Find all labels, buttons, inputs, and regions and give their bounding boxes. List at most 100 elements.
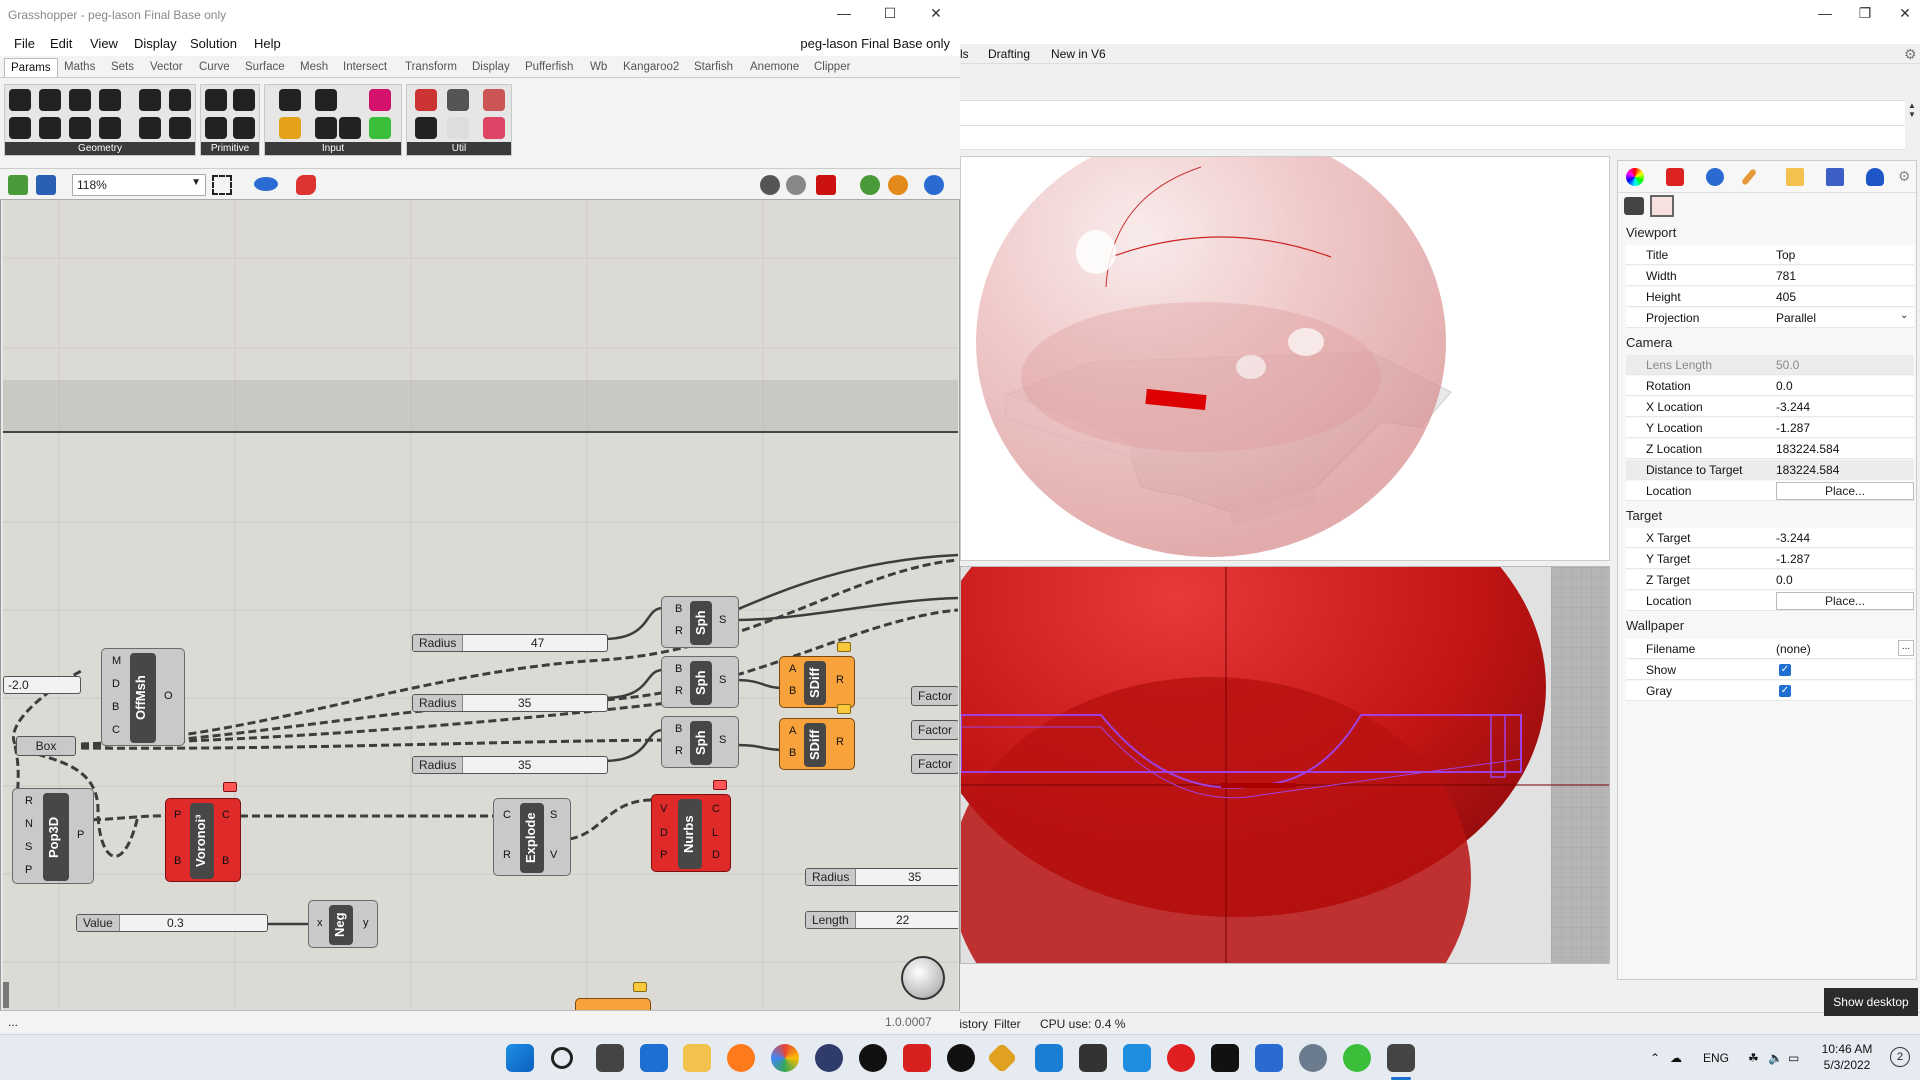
tab-drafting[interactable]: Drafting: [988, 47, 1030, 61]
unreal-engine-icon[interactable]: [859, 1044, 887, 1072]
prop-row-height[interactable]: Height 405: [1626, 287, 1914, 307]
folder-icon[interactable]: [1786, 168, 1804, 186]
tab-clipper[interactable]: Clipper: [814, 61, 850, 73]
sph-component-3[interactable]: BR Sph S: [661, 716, 739, 768]
tab-wb[interactable]: Wb: [590, 61, 607, 73]
close-icon[interactable]: ✕: [1885, 2, 1920, 24]
vscode-icon[interactable]: [1035, 1044, 1063, 1072]
canvas-navigation-icon[interactable]: [901, 956, 945, 1000]
onedrive-icon[interactable]: ☁: [1670, 1051, 1682, 1065]
menu-view[interactable]: View: [90, 36, 118, 51]
arc-param-icon[interactable]: [39, 117, 61, 139]
zoom-dropdown[interactable]: 118% ▼: [72, 174, 206, 196]
history-toggle[interactable]: History: [960, 1017, 988, 1031]
blender-icon[interactable]: [947, 1044, 975, 1072]
tab-kangaroo2[interactable]: Kangaroo2: [623, 61, 679, 73]
prop-row-distance-to-target[interactable]: Distance to Target 183224.584: [1626, 460, 1914, 480]
factor-param-1[interactable]: Factor: [911, 686, 958, 706]
sph-component-1[interactable]: BR Sph S: [661, 596, 739, 648]
cinema4d-icon[interactable]: [815, 1044, 843, 1072]
partial-component[interactable]: [575, 998, 651, 1010]
integer-param-icon[interactable]: [205, 117, 227, 139]
epic-games-icon[interactable]: [1211, 1044, 1239, 1072]
arrow-right-icon[interactable]: [447, 89, 469, 111]
plane-param-icon[interactable]: [99, 117, 121, 139]
zoom-extents-icon[interactable]: [212, 175, 232, 195]
sketch-icon[interactable]: [296, 175, 316, 195]
pencil-icon[interactable]: [1740, 168, 1758, 186]
tab-partial[interactable]: ls: [960, 47, 969, 61]
prop-row-width[interactable]: Width 781: [1626, 266, 1914, 286]
projection-dropdown[interactable]: Parallel: [1776, 311, 1816, 325]
radius-slider-2[interactable]: Radius 35: [412, 694, 608, 712]
gear-icon[interactable]: ⚙: [1898, 168, 1916, 186]
cherry-icon[interactable]: [415, 89, 437, 111]
tab-pufferfish[interactable]: Pufferfish: [525, 61, 573, 73]
factor-param-2[interactable]: Factor: [911, 720, 958, 740]
preview-eye-icon[interactable]: [254, 177, 278, 191]
prop-value[interactable]: 0.0: [1776, 573, 1793, 587]
nurbs-component[interactable]: VDP Nurbs CLD: [651, 794, 731, 872]
panel-icon[interactable]: [279, 89, 301, 111]
preview-mesh-icon[interactable]: [786, 175, 806, 195]
vector-param-icon[interactable]: [69, 117, 91, 139]
save-icon[interactable]: [36, 175, 56, 195]
mesh-param-icon[interactable]: [139, 89, 161, 111]
settings-icon[interactable]: [1299, 1044, 1327, 1072]
volume-icon[interactable]: 🔈: [1768, 1051, 1783, 1065]
globe-icon[interactable]: [924, 175, 944, 195]
target-place-button[interactable]: Place...: [1776, 592, 1914, 610]
tree-icon[interactable]: [415, 117, 437, 139]
text-param-icon[interactable]: [233, 117, 255, 139]
slider-icon[interactable]: [315, 89, 337, 111]
value-slider[interactable]: Value 0.3: [76, 914, 268, 932]
box-param[interactable]: Box: [16, 736, 76, 756]
circle-param-icon[interactable]: [39, 89, 61, 111]
arrow-outline-icon[interactable]: [447, 117, 469, 139]
tab-transform[interactable]: Transform: [405, 61, 457, 73]
prop-value[interactable]: 781: [1776, 269, 1796, 283]
show-checkbox[interactable]: ✓: [1779, 664, 1791, 676]
geometry-param-icon[interactable]: [9, 89, 31, 111]
tab-curve[interactable]: Curve: [199, 61, 230, 73]
voronoi3d-component[interactable]: PB Voronoi³ CB: [165, 798, 241, 882]
battery-icon[interactable]: ▭: [1788, 1051, 1799, 1065]
prop-row-x-location[interactable]: X Location -3.244: [1626, 397, 1914, 417]
command-history-area[interactable]: ▲ ▼: [960, 100, 1916, 150]
color-wheel-icon[interactable]: [1626, 168, 1644, 186]
line-param-icon[interactable]: [9, 117, 31, 139]
prop-value[interactable]: -1.287: [1776, 421, 1810, 435]
tab-new-in-v6[interactable]: New in V6: [1051, 47, 1106, 61]
pop3d-component[interactable]: RN SP Pop3D P: [12, 788, 94, 884]
radius-slider-1[interactable]: Radius 47: [412, 634, 608, 652]
maximize-icon[interactable]: ☐: [870, 2, 910, 24]
rhino-6-icon[interactable]: [1079, 1044, 1107, 1072]
chevron-up-icon[interactable]: ⌃: [1650, 1051, 1660, 1065]
prop-value[interactable]: 0.0: [1776, 379, 1793, 393]
search-icon[interactable]: [551, 1047, 573, 1069]
chevron-down-icon[interactable]: ⌄: [1900, 310, 1908, 321]
prop-value[interactable]: -3.244: [1776, 531, 1810, 545]
sdiff-component-1[interactable]: AB SDiff R: [779, 656, 855, 708]
notification-count[interactable]: 2: [1890, 1047, 1910, 1067]
tab-starfish[interactable]: Starfish: [694, 61, 733, 73]
prop-row-title[interactable]: Title Top: [1626, 245, 1914, 265]
filter-toggle[interactable]: Filter: [994, 1017, 1021, 1031]
tab-params[interactable]: Params: [4, 58, 58, 77]
notification-bell-icon[interactable]: [1866, 168, 1884, 186]
offset-slider-partial[interactable]: -2.0: [3, 676, 81, 694]
sph-component-2[interactable]: BR Sph S: [661, 656, 739, 708]
firefox-icon[interactable]: [727, 1044, 755, 1072]
explode-component[interactable]: CR Explode SV: [493, 798, 571, 876]
start-icon[interactable]: [506, 1044, 534, 1072]
chrome-icon[interactable]: [771, 1044, 799, 1072]
preview-shaded-icon[interactable]: [816, 175, 836, 195]
acrobat-icon[interactable]: [903, 1044, 931, 1072]
tab-mesh[interactable]: Mesh: [300, 61, 328, 73]
menu-help[interactable]: Help: [254, 36, 281, 51]
length-slider[interactable]: Length 22: [805, 911, 958, 929]
tab-intersect[interactable]: Intersect: [343, 61, 387, 73]
preview-wire-icon[interactable]: [760, 175, 780, 195]
clock[interactable]: 10:46 AM 5/3/2022: [1812, 1041, 1882, 1073]
material-icon[interactable]: [1666, 168, 1684, 186]
